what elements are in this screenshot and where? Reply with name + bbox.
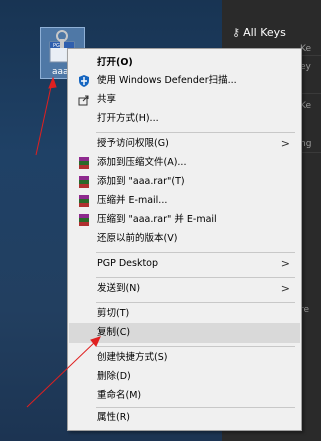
menu-item-add-to-aaa-rar[interactable]: 添加到 "aaa.rar"(T) bbox=[69, 172, 300, 192]
menu-item-properties[interactable]: 属性(R) bbox=[69, 408, 300, 428]
winrar-icon bbox=[79, 157, 89, 169]
share-icon bbox=[78, 95, 89, 106]
winrar-icon bbox=[79, 214, 89, 226]
menu-item-restore-previous-versions[interactable]: 还原以前的版本(V) bbox=[69, 229, 300, 249]
menu-item-copy[interactable]: 复制(C) bbox=[69, 323, 300, 343]
background-window-title: ⚷ All Keys bbox=[232, 26, 286, 39]
menu-item-pgp-desktop[interactable]: PGP Desktop > bbox=[69, 254, 300, 274]
keys-icon: ⚷ bbox=[232, 26, 241, 39]
submenu-arrow-icon: > bbox=[280, 282, 290, 295]
menu-item-give-access[interactable]: 授予访问权限(G) > bbox=[69, 134, 300, 154]
menu-item-compress-email[interactable]: 压缩并 E-mail... bbox=[69, 191, 300, 211]
menu-item-compress-to-rar-email[interactable]: 压缩到 "aaa.rar" 并 E-mail bbox=[69, 210, 300, 230]
submenu-arrow-icon: > bbox=[280, 137, 290, 150]
context-menu: 打开(O) 使用 Windows Defender扫描... 共享 打开方式(H… bbox=[67, 48, 302, 431]
menu-item-open-with[interactable]: 打开方式(H)... bbox=[69, 109, 300, 129]
menu-item-rename[interactable]: 重命名(M) bbox=[69, 386, 300, 406]
menu-separator bbox=[96, 252, 295, 253]
menu-separator bbox=[96, 302, 295, 303]
menu-item-cut[interactable]: 剪切(T) bbox=[69, 304, 300, 324]
menu-item-delete[interactable]: 删除(D) bbox=[69, 367, 300, 387]
menu-item-send-to[interactable]: 发送到(N) > bbox=[69, 279, 300, 299]
menu-item-create-shortcut[interactable]: 创建快捷方式(S) bbox=[69, 348, 300, 368]
windows-defender-icon bbox=[79, 75, 89, 87]
menu-separator bbox=[96, 346, 295, 347]
submenu-arrow-icon: > bbox=[280, 257, 290, 270]
menu-item-open[interactable]: 打开(O) bbox=[69, 53, 300, 73]
menu-item-defender-scan[interactable]: 使用 Windows Defender扫描... bbox=[69, 71, 300, 91]
menu-separator bbox=[96, 132, 295, 133]
menu-separator bbox=[96, 277, 295, 278]
winrar-icon bbox=[79, 195, 89, 207]
menu-item-add-to-archive[interactable]: 添加到压缩文件(A)... bbox=[69, 153, 300, 173]
menu-item-share[interactable]: 共享 bbox=[69, 90, 300, 110]
winrar-icon bbox=[79, 176, 89, 188]
